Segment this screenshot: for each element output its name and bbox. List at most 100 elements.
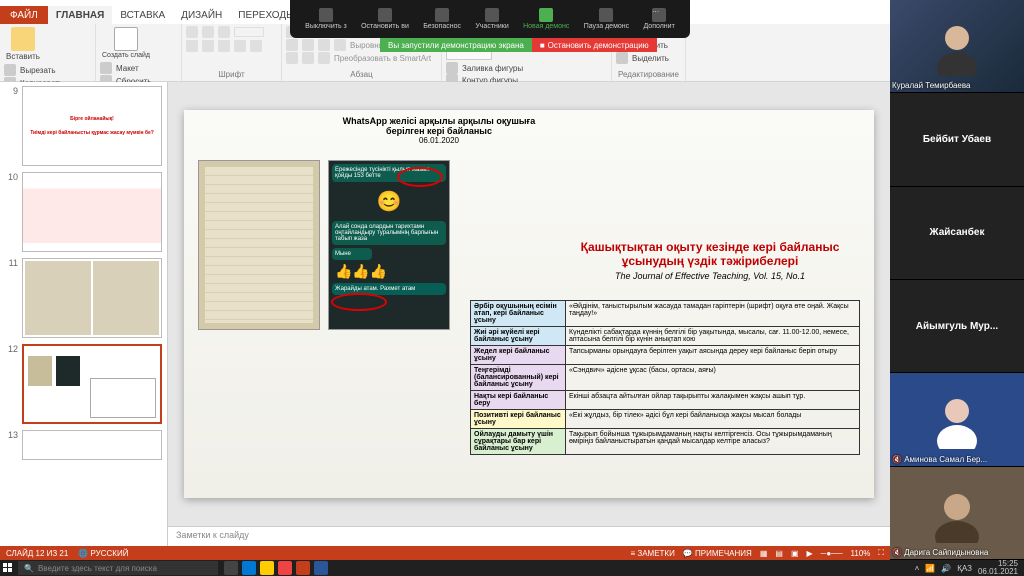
slide-thumb-9[interactable]: Бірге ойланайық! Тиімді кері байланысты … xyxy=(22,86,162,166)
feedback-title: Қашықтықтан оқыту кезінде кері байланыс … xyxy=(560,240,860,281)
more-icon: ⋯ xyxy=(652,8,666,22)
participant-tile[interactable]: Айымгуль Мур... xyxy=(890,280,1024,373)
notes-toggle[interactable]: ≡ ЗАМЕТКИ xyxy=(630,549,674,558)
paste-button[interactable]: Вставить xyxy=(4,26,42,62)
tray-volume-icon[interactable]: 🔊 xyxy=(941,564,951,573)
slide-editor: WhatsApp желісі арқылы арқылы оқушыға бе… xyxy=(168,82,890,546)
select-button[interactable]: Выделить xyxy=(616,52,681,64)
notes-pane[interactable]: Заметки к слайду xyxy=(168,526,890,546)
app-icon[interactable] xyxy=(278,561,292,575)
app-icon[interactable] xyxy=(260,561,274,575)
slide-thumb-12[interactable] xyxy=(22,344,162,424)
more-button[interactable]: ⋯Дополнит xyxy=(643,8,674,30)
table-row: Нақты кері байланыс беруЕкінші абзацта а… xyxy=(471,391,860,410)
avatar xyxy=(927,389,987,449)
comments-toggle[interactable]: 💬 ПРИМЕЧАНИЯ xyxy=(683,549,752,558)
file-tab[interactable]: ФАЙЛ xyxy=(0,6,48,24)
emoji-face: 😊 xyxy=(329,185,449,218)
participant-name: Бейбит Убаев xyxy=(923,134,991,145)
pause-share-button[interactable]: Пауза демонс xyxy=(584,8,629,30)
participant-tile[interactable]: 🔇 Аминова Самал Бер... xyxy=(890,373,1024,466)
table-row: Жедел кері байланыс ұсынуТапсырманы орын… xyxy=(471,346,860,365)
taskview-icon[interactable] xyxy=(224,561,238,575)
new-slide-icon xyxy=(114,27,138,51)
tab-insert[interactable]: ВСТАВКА xyxy=(112,6,173,24)
search-icon: 🔍 xyxy=(24,564,34,573)
slide-thumb-10[interactable] xyxy=(22,172,162,252)
camera-icon xyxy=(378,8,392,22)
participant-name: Айымгуль Мур... xyxy=(916,321,998,332)
slide-title: WhatsApp желісі арқылы арқылы оқушыға бе… xyxy=(324,116,554,145)
powerpoint-status-bar: СЛАЙД 12 ИЗ 21 🌐 РУССКИЙ ≡ ЗАМЕТКИ 💬 ПРИ… xyxy=(0,546,890,560)
mic-icon xyxy=(319,8,333,22)
current-slide[interactable]: WhatsApp желісі арқылы арқылы оқушыға бе… xyxy=(184,110,874,498)
new-share-button[interactable]: Новая демонс xyxy=(523,8,569,30)
zoom-level[interactable]: 110% xyxy=(851,549,871,558)
shield-icon xyxy=(435,8,449,22)
app-icon[interactable] xyxy=(314,561,328,575)
slide-thumbnails-panel[interactable]: 9 Бірге ойланайық! Тиімді кері байланыст… xyxy=(0,82,168,546)
tray-date[interactable]: 06.01.2021 xyxy=(978,568,1018,576)
main-area: 9 Бірге ойланайық! Тиімді кері байланыст… xyxy=(0,82,890,546)
mute-button[interactable]: Выключить з xyxy=(305,8,347,30)
wa-shot-2: Ережесінде тусінікті қылып жазып қойды 1… xyxy=(328,160,450,330)
view-normal-icon[interactable]: ▦ xyxy=(760,549,768,558)
paste-icon xyxy=(11,27,35,51)
slide-thumb-13[interactable] xyxy=(22,430,162,460)
stop-share-button[interactable]: ■Остановить демонстрацию xyxy=(532,38,657,52)
fit-to-window-icon[interactable]: ⛶ xyxy=(878,548,884,558)
share-icon xyxy=(539,8,553,22)
cut-button[interactable]: Вырезать xyxy=(4,64,91,76)
participant-tile[interactable]: Жайсанбек xyxy=(890,187,1024,280)
powerpoint-icon[interactable] xyxy=(296,561,310,575)
tab-home[interactable]: ГЛАВНАЯ xyxy=(48,6,113,24)
view-reading-icon[interactable]: ▣ xyxy=(791,549,799,558)
participant-tile[interactable]: Бейбит Убаев xyxy=(890,93,1024,186)
thumb-number: 9 xyxy=(4,86,18,166)
participant-name: Жайсанбек xyxy=(930,227,985,238)
wa-shot-1 xyxy=(198,160,320,330)
avatar xyxy=(927,483,987,543)
paste-label: Вставить xyxy=(6,52,40,61)
participants-panel: Куралай Темирбаева Бейбит Убаев Жайсанбе… xyxy=(890,0,1024,560)
participants-button[interactable]: Участники xyxy=(475,8,508,30)
thumb-number: 11 xyxy=(4,258,18,338)
tab-design[interactable]: ДИЗАЙН xyxy=(173,6,230,24)
thumb-number: 12 xyxy=(4,344,18,424)
security-button[interactable]: Безопаснос xyxy=(423,8,461,30)
new-slide-button[interactable]: Создать слайд xyxy=(100,26,152,60)
thumb-number: 10 xyxy=(4,172,18,252)
tray-lang[interactable]: ҚАЗ xyxy=(957,564,972,573)
slide-canvas[interactable]: WhatsApp желісі арқылы арқылы оқушыға бе… xyxy=(168,82,890,526)
zoom-slider[interactable]: ─●── xyxy=(821,549,843,558)
start-button[interactable] xyxy=(0,560,16,576)
avatar xyxy=(927,16,987,76)
shape-fill-button[interactable]: Заливка фигуры xyxy=(446,62,529,74)
tray-network-icon[interactable]: 📶 xyxy=(925,564,935,573)
video-button[interactable]: Остановить ви xyxy=(361,8,409,30)
paragraph-group-label: Абзац xyxy=(286,70,437,79)
layout-icon xyxy=(100,62,112,74)
language-indicator[interactable]: 🌐 РУССКИЙ xyxy=(78,549,128,558)
participant-name: Куралай Темирбаева xyxy=(892,81,1022,90)
participant-name: 🔇 Дарига Сайпидыновна xyxy=(892,548,1022,557)
taskbar-apps xyxy=(224,561,328,575)
participant-tile[interactable]: 🔇 Дарига Сайпидыновна xyxy=(890,467,1024,560)
app-icon[interactable] xyxy=(242,561,256,575)
participant-tile[interactable]: Куралай Темирбаева xyxy=(890,0,1024,93)
system-tray: ˄ 📶 🔊 ҚАЗ 15:25 06.01.2021 xyxy=(909,560,1024,576)
windows-taskbar: 🔍 Введите здесь текст для поиска ˄ 📶 🔊 Қ… xyxy=(0,560,1024,576)
slide-counter: СЛАЙД 12 ИЗ 21 xyxy=(6,549,68,558)
slide-thumb-11[interactable] xyxy=(22,258,162,338)
feedback-table: Әрбір оқушының есімін атап, кері байланы… xyxy=(470,300,860,455)
participant-name: 🔇 Аминова Самал Бер... xyxy=(892,455,1022,464)
view-slideshow-icon[interactable]: ▶ xyxy=(807,549,813,558)
layout-button[interactable]: Макет xyxy=(100,62,152,74)
sharing-indicator: Вы запустили демонстрацию экрана xyxy=(380,38,532,52)
taskbar-search[interactable]: 🔍 Введите здесь текст для поиска xyxy=(18,561,218,575)
view-sorter-icon[interactable]: ▤ xyxy=(775,549,783,558)
font-group-label: Шрифт xyxy=(186,70,277,79)
editing-group-label: Редактирование xyxy=(616,70,681,79)
tray-chevron-icon[interactable]: ˄ xyxy=(915,564,920,573)
table-row: Әрбір оқушының есімін атап, кері байланы… xyxy=(471,301,860,327)
